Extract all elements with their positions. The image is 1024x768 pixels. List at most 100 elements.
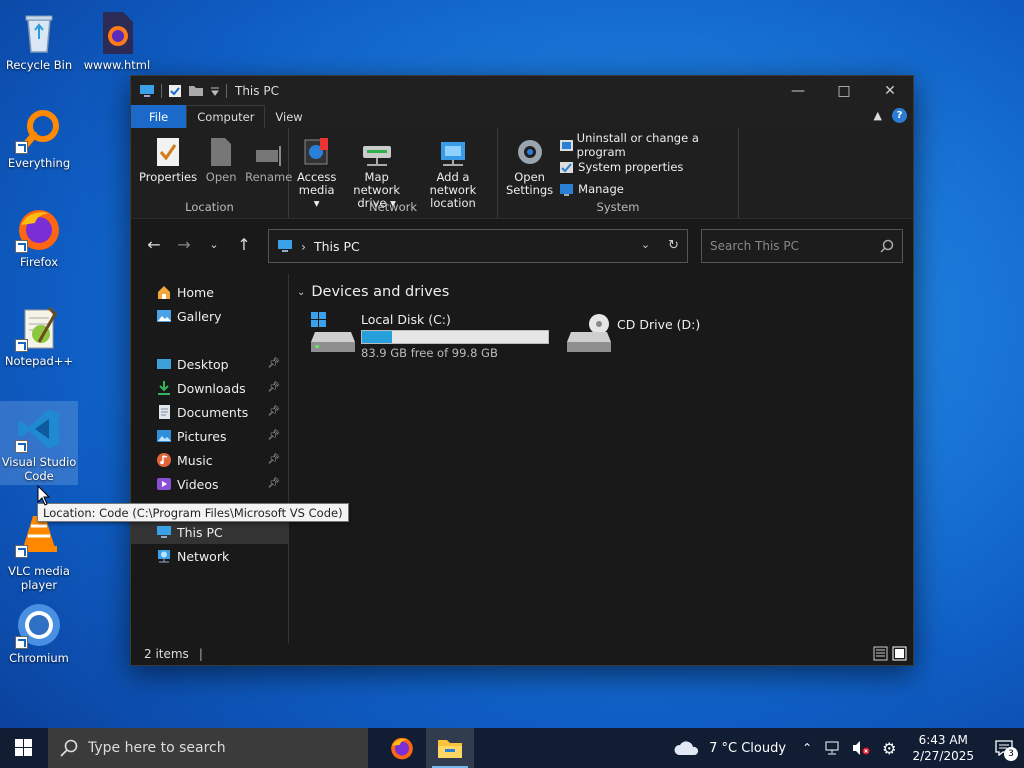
desktop-icon-notepadpp[interactable]: Notepad++ xyxy=(0,304,78,372)
drive-cd-d[interactable]: CD Drive (D:) xyxy=(565,312,700,356)
nav-item-documents[interactable]: Documents 📌︎ xyxy=(131,400,288,424)
nav-item-desktop[interactable]: Desktop 📌︎ xyxy=(131,352,288,376)
address-bar[interactable]: › This PC ⌄ ↻ xyxy=(268,229,688,263)
desktop-icon-html-file[interactable]: wwww.html xyxy=(78,8,156,74)
maximize-button[interactable]: □ xyxy=(821,76,867,105)
notifications-button[interactable]: 3 xyxy=(984,728,1024,768)
desktop-icon-vscode[interactable]: Visual Studio Code xyxy=(0,401,78,485)
section-header-devices[interactable]: ⌄ Devices and drives xyxy=(297,284,913,300)
shortcut-arrow-icon xyxy=(15,141,28,154)
minimize-button[interactable]: — xyxy=(775,76,821,105)
rename-label: Rename xyxy=(245,170,293,184)
pin-icon[interactable]: 📌︎ xyxy=(267,454,280,465)
desktop-icon-label: Chromium xyxy=(9,651,69,665)
drive-info: Local Disk (C:) 83.9 GB free of 99.8 GB xyxy=(361,312,549,360)
details-view-icon[interactable] xyxy=(873,646,888,661)
desktop-icon-firefox[interactable]: Firefox xyxy=(0,205,78,273)
uninstall-program-button[interactable]: Uninstall or change a program xyxy=(559,131,734,159)
tab-view[interactable]: View xyxy=(265,105,312,128)
taskbar-search-box[interactable]: Type here to search xyxy=(48,728,368,768)
title-bar[interactable]: This PC — □ ✕ xyxy=(131,76,913,105)
tooltip: Location: Code (C:\Program Files\Microso… xyxy=(37,503,349,522)
view-switcher xyxy=(873,646,907,661)
videos-icon xyxy=(157,478,171,490)
nav-item-music[interactable]: Music 📌︎ xyxy=(131,448,288,472)
tab-file[interactable]: File xyxy=(131,105,187,128)
desktop-icon-everything[interactable]: Everything xyxy=(0,106,78,174)
breadcrumb-separator-icon: › xyxy=(301,238,306,254)
search-input[interactable]: Search This PC xyxy=(701,229,903,263)
chromium-icon xyxy=(15,601,63,649)
search-icon xyxy=(880,239,894,253)
large-icons-view-icon[interactable] xyxy=(892,646,907,661)
nav-item-videos[interactable]: Videos 📌︎ xyxy=(131,472,288,496)
refresh-icon[interactable]: ↻ xyxy=(668,238,679,253)
pin-icon[interactable]: 📌︎ xyxy=(267,478,280,489)
taskbar-file-explorer[interactable] xyxy=(426,728,474,768)
desktop-icon-chromium[interactable]: Chromium xyxy=(0,601,78,669)
forward-button[interactable]: → xyxy=(169,230,199,260)
nav-item-this-pc[interactable]: This PC xyxy=(131,520,288,544)
nav-item-pictures[interactable]: Pictures 📌︎ xyxy=(131,424,288,448)
nav-item-gallery[interactable]: Gallery xyxy=(131,304,288,328)
file-explorer-window[interactable]: This PC — □ ✕ File Computer View ▲ ? Pro… xyxy=(130,75,914,666)
clock[interactable]: 6:43 AM 2/27/2025 xyxy=(912,732,974,764)
start-button[interactable] xyxy=(0,728,48,768)
system-properties-label: System properties xyxy=(578,160,684,174)
close-button[interactable]: ✕ xyxy=(867,76,913,105)
shortcut-arrow-icon xyxy=(15,440,28,453)
nav-item-network[interactable]: Network xyxy=(131,544,288,568)
nav-item-downloads[interactable]: Downloads 📌︎ xyxy=(131,376,288,400)
drive-info: CD Drive (D:) xyxy=(617,312,700,356)
desktop-icon-vlc[interactable]: VLC media player xyxy=(0,514,78,592)
drive-local-disk-c[interactable]: Local Disk (C:) 83.9 GB free of 99.8 GB xyxy=(309,312,549,360)
up-button[interactable]: ↑ xyxy=(229,230,259,260)
manage-label: Manage xyxy=(578,182,624,196)
taskbar-firefox[interactable] xyxy=(378,728,426,768)
window-title: This PC xyxy=(235,83,279,98)
map-network-drive-icon xyxy=(362,146,391,166)
settings-gear-icon[interactable]: ⚙ xyxy=(882,739,896,758)
open-icon xyxy=(211,138,232,166)
manage-button[interactable]: Manage xyxy=(559,178,734,200)
back-button[interactable]: ← xyxy=(139,230,169,260)
nav-item-home[interactable]: Home xyxy=(131,280,288,304)
help-icon[interactable]: ? xyxy=(892,108,907,123)
nav-label: Documents xyxy=(177,404,249,420)
show-hidden-icons-icon[interactable]: ⌃ xyxy=(802,741,812,755)
pin-icon[interactable]: 📌︎ xyxy=(267,430,280,441)
open-settings-label-2: Settings xyxy=(506,183,554,197)
pin-icon[interactable]: 📌︎ xyxy=(267,382,280,393)
tab-computer[interactable]: Computer xyxy=(186,105,266,128)
customize-qat-icon[interactable] xyxy=(210,85,220,97)
ribbon-group-label: Location xyxy=(185,200,234,214)
system-tray: 7 °C Cloudy ⌃ ⚙ 6:43 AM 2/27/2025 3 xyxy=(673,728,1024,768)
breadcrumb-this-pc[interactable]: This PC xyxy=(314,239,360,254)
uninstall-icon xyxy=(560,139,573,151)
system-properties-button[interactable]: System properties xyxy=(559,156,734,178)
collapse-chevron-icon[interactable]: ⌄ xyxy=(297,287,305,298)
navigation-bar: ← → ⌄ ↑ › This PC ⌄ ↻ Search This PC xyxy=(131,219,913,270)
access-media-icon xyxy=(304,138,328,165)
pin-icon[interactable]: 📌︎ xyxy=(267,406,280,417)
nav-label: Downloads xyxy=(177,380,246,396)
new-folder-icon[interactable] xyxy=(188,84,204,97)
clock-date: 2/27/2025 xyxy=(912,749,974,763)
shortcut-arrow-icon xyxy=(15,636,28,649)
status-divider: | xyxy=(198,647,203,661)
network-icon[interactable] xyxy=(824,740,840,756)
properties-check-icon[interactable] xyxy=(168,84,182,98)
pin-icon[interactable]: 📌︎ xyxy=(267,358,280,369)
volume-muted-icon[interactable] xyxy=(852,740,870,756)
shortcut-arrow-icon xyxy=(15,339,28,352)
pictures-icon xyxy=(157,430,171,442)
desktop-icon-recycle-bin[interactable]: Recycle Bin xyxy=(0,8,78,74)
content-pane: ⌄ Devices and drives Local Disk (C:) 83.… xyxy=(297,274,913,644)
drive-usage-bar xyxy=(361,330,549,344)
nav-label: Pictures xyxy=(177,428,227,444)
ribbon-group-label: System xyxy=(596,200,640,214)
weather-widget[interactable]: 7 °C Cloudy xyxy=(673,739,786,757)
collapse-ribbon-icon[interactable]: ▲ xyxy=(874,109,882,122)
address-dropdown-icon[interactable]: ⌄ xyxy=(641,238,650,253)
recent-locations-button[interactable]: ⌄ xyxy=(199,230,229,260)
